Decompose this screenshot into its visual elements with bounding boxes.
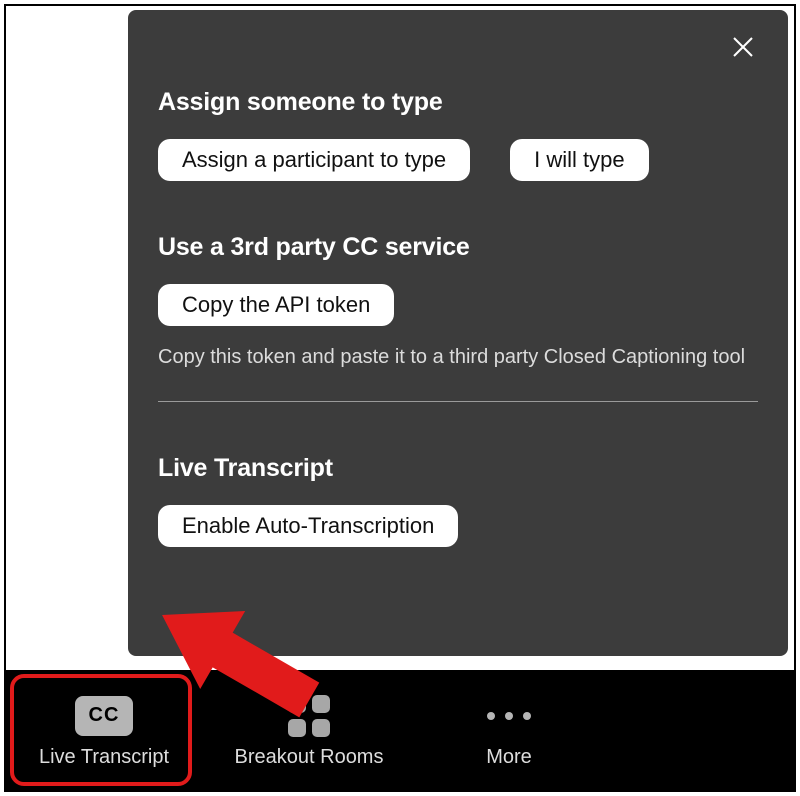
meeting-toolbar: CC Live Transcript Breakout Rooms More	[6, 670, 794, 790]
live-transcript-heading: Live Transcript	[158, 454, 758, 483]
copy-token-help-text: Copy this token and paste it to a third …	[158, 344, 748, 371]
toolbar-breakout-rooms[interactable]: Breakout Rooms	[204, 686, 414, 775]
breakout-rooms-icon	[288, 695, 330, 737]
assign-typist-row: Assign a participant to type I will type	[158, 139, 758, 181]
auto-transcription-row: Enable Auto-Transcription	[158, 505, 758, 547]
toolbar-live-transcript-label: Live Transcript	[39, 746, 169, 769]
enable-auto-transcription-button[interactable]: Enable Auto-Transcription	[158, 505, 458, 547]
assign-participant-button[interactable]: Assign a participant to type	[158, 139, 470, 181]
third-party-cc-heading: Use a 3rd party CC service	[158, 233, 758, 262]
copy-token-row: Copy the API token	[158, 284, 758, 326]
toolbar-more[interactable]: More	[424, 686, 594, 775]
toolbar-more-label: More	[486, 746, 532, 769]
toolbar-live-transcript[interactable]: CC Live Transcript	[14, 686, 194, 775]
closed-caption-popup: Assign someone to type Assign a particip…	[128, 10, 788, 656]
assign-typist-heading: Assign someone to type	[158, 88, 758, 117]
copy-api-token-button[interactable]: Copy the API token	[158, 284, 394, 326]
toolbar-breakout-label: Breakout Rooms	[235, 746, 384, 769]
cc-icon: CC	[75, 696, 133, 736]
close-icon[interactable]	[728, 32, 758, 62]
i-will-type-button[interactable]: I will type	[510, 139, 648, 181]
divider	[158, 401, 758, 402]
more-icon	[487, 712, 531, 720]
